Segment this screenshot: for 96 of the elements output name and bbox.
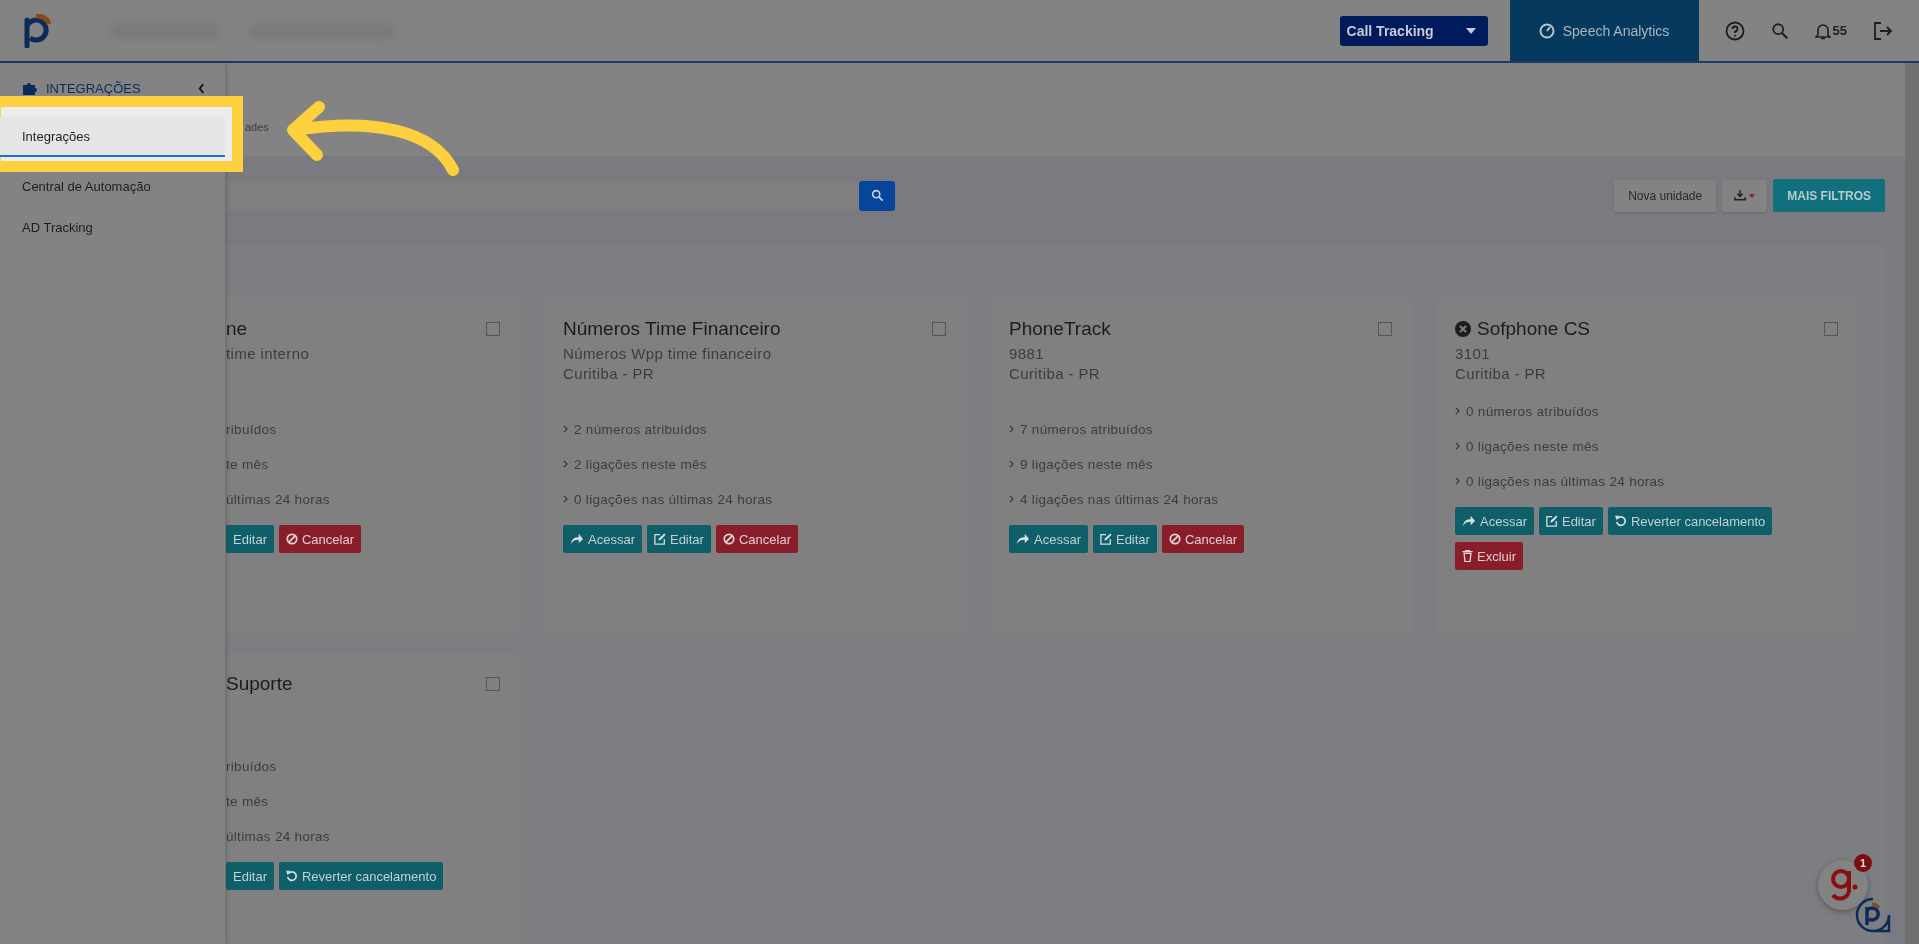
search-field[interactable] <box>225 181 859 210</box>
trash-icon <box>1462 550 1473 562</box>
card-title: Suporte <box>226 673 293 695</box>
action-button[interactable]: Editar <box>226 862 274 890</box>
ban-icon <box>285 533 298 545</box>
sidebar-item[interactable]: Central de Automação <box>0 169 225 203</box>
action-button[interactable]: Acessar <box>1009 525 1088 553</box>
logout-icon[interactable] <box>1873 20 1893 41</box>
chevron-right-icon <box>1455 442 1460 450</box>
share-arrow-icon <box>1016 533 1030 545</box>
speech-analytics-tab[interactable]: Speech Analytics <box>1509 0 1699 61</box>
section-title: INTEGRAÇÕES <box>46 80 142 96</box>
card-title: Sofphone CS <box>1477 318 1591 340</box>
action-button[interactable]: Reverter cancelamento <box>1607 507 1773 535</box>
action-button[interactable]: Editar <box>1538 507 1603 535</box>
checkbox[interactable] <box>1378 322 1392 336</box>
more-filters-button[interactable]: MAIS FILTROS <box>1773 179 1885 212</box>
action-button[interactable]: Cancelar <box>278 525 361 553</box>
card-detail: 9881 <box>1009 344 1045 364</box>
share-arrow-icon <box>570 533 584 545</box>
edit-icon <box>1099 533 1112 545</box>
download-icon <box>1734 190 1747 201</box>
stat-text: últimas 24 horas <box>226 828 330 844</box>
edit-icon <box>653 533 666 545</box>
sidebar-item[interactable]: AD Tracking <box>0 210 225 244</box>
card-detail: Curitiba - PR <box>563 364 656 384</box>
card-detail: 3101 <box>1455 344 1491 364</box>
search-icon <box>870 189 884 202</box>
action-button[interactable]: Editar <box>1092 525 1157 553</box>
chevron-right-icon <box>563 460 568 468</box>
ban-icon <box>722 533 735 545</box>
stat-text: 0 ligações nas últimas 24 horas <box>574 491 773 507</box>
logo-icon[interactable] <box>22 13 52 48</box>
bell-icon[interactable] <box>1814 21 1831 40</box>
stat-text: ribuídos <box>226 421 277 437</box>
undo-icon <box>285 870 298 882</box>
product-select[interactable]: Call Tracking <box>1339 15 1488 46</box>
stat-text: 7 números atribuídos <box>1020 421 1153 437</box>
edit-icon <box>1545 515 1558 527</box>
action-button[interactable]: Acessar <box>563 525 642 553</box>
card-title: ne <box>226 318 248 340</box>
action-button[interactable]: Acessar <box>1455 507 1534 535</box>
action-button[interactable]: Cancelar <box>1161 525 1244 553</box>
new-unit-button[interactable]: Nova unidade <box>1614 179 1717 212</box>
checkbox[interactable] <box>1824 322 1838 336</box>
chevron-right-icon <box>1009 460 1014 468</box>
stat-text: te mês <box>226 793 269 809</box>
gauge-icon <box>1538 22 1555 39</box>
card-title: PhoneTrack <box>1009 318 1111 340</box>
chevron-right-icon <box>1009 425 1014 433</box>
action-button[interactable]: Editar <box>646 525 711 553</box>
checkbox[interactable] <box>932 322 946 336</box>
action-button[interactable]: Cancelar <box>715 525 798 553</box>
stat-text: últimas 24 horas <box>226 491 330 507</box>
action-button[interactable]: Editar <box>226 525 274 553</box>
breadcrumb[interactable]: ades <box>245 121 269 133</box>
help-icon[interactable] <box>1724 20 1745 41</box>
search-icon[interactable] <box>1770 21 1789 40</box>
card-detail: Curitiba - PR <box>1009 364 1102 384</box>
card-detail: time interno <box>226 344 311 364</box>
search-button[interactable] <box>859 180 895 211</box>
stat-text: 0 ligações nas últimas 24 horas <box>1466 473 1665 489</box>
stat-text: 9 ligações neste mês <box>1020 456 1153 472</box>
stat-text: 2 ligações neste mês <box>574 456 707 472</box>
chevron-right-icon <box>563 425 568 433</box>
support-logo-icon[interactable] <box>1855 897 1891 933</box>
sidebar-item[interactable]: Integrações <box>0 117 225 157</box>
caret-icon <box>1465 27 1476 34</box>
stat-text: ribuídos <box>226 758 277 774</box>
undo-icon <box>1614 515 1627 527</box>
chevron-right-icon <box>1455 477 1460 485</box>
chevron-right-icon <box>1009 495 1014 503</box>
action-button[interactable]: Reverter cancelamento <box>278 862 444 890</box>
puzzle-icon <box>22 80 38 96</box>
chat-logo-icon <box>1828 867 1858 903</box>
download-button[interactable] <box>1722 179 1768 212</box>
notification-count: 55 <box>1832 23 1847 38</box>
chevron-right-icon <box>563 495 568 503</box>
stat-text: 2 números atribuídos <box>574 421 707 437</box>
chevron-right-icon <box>1455 407 1460 415</box>
stat-text: 0 ligações neste mês <box>1466 438 1599 454</box>
share-arrow-icon <box>1462 515 1476 527</box>
chevron-left-icon[interactable] <box>198 82 205 94</box>
ban-icon <box>1168 533 1181 545</box>
checkbox[interactable] <box>486 677 500 691</box>
stat-text: 0 números atribuídos <box>1466 403 1599 419</box>
caret-icon <box>1749 193 1756 198</box>
x-circle-icon <box>1455 321 1471 337</box>
card-detail: Curitiba - PR <box>1455 364 1548 384</box>
scrollbar[interactable] <box>1905 63 1919 944</box>
checkbox[interactable] <box>486 322 500 336</box>
card-title: Números Time Financeiro <box>563 318 781 340</box>
card-detail: Números Wpp time financeiro <box>563 344 773 364</box>
stat-text: te mês <box>226 456 269 472</box>
action-button[interactable]: Excluir <box>1455 542 1523 570</box>
stat-text: 4 ligações nas últimas 24 horas <box>1020 491 1219 507</box>
